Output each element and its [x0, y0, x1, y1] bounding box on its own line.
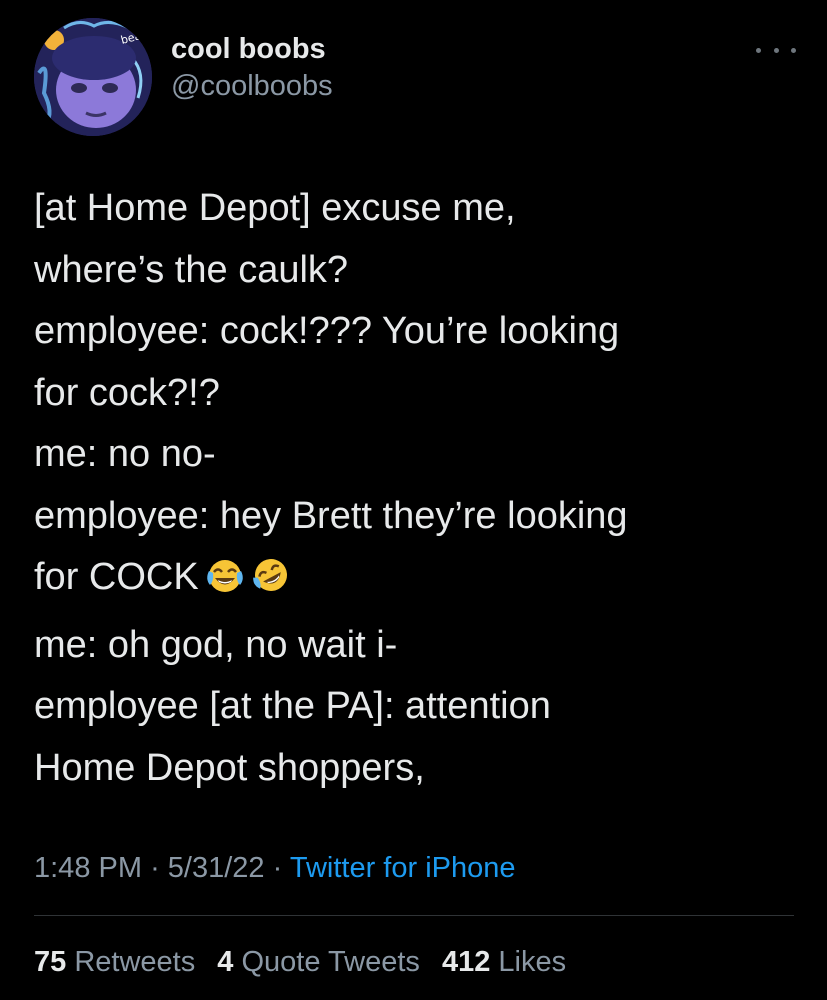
- tweet-line: for cock?!?: [34, 371, 220, 414]
- tweet-line: me: no no-: [34, 433, 216, 475]
- divider: [34, 915, 794, 916]
- likes-label: Likes: [498, 946, 567, 978]
- tweet-text: [at Home Depot] excuse me, where’s the c…: [34, 178, 804, 799]
- more-dot-icon: [756, 47, 761, 53]
- tweet-line: employee [at the PA]: attention: [34, 685, 551, 727]
- display-name[interactable]: cool boobs: [171, 32, 333, 66]
- user-handle[interactable]: @coolboobs: [171, 68, 333, 104]
- tweet-line-with-emoji: for COCK: [34, 547, 804, 615]
- quote-tweets-count: 4: [217, 946, 234, 978]
- face-with-tears-of-joy-icon: [205, 553, 245, 615]
- tweet-header: beachy day cool boobs @coolboobs: [34, 18, 796, 136]
- retweets-label: Retweets: [74, 946, 196, 978]
- retweets-count: 75: [34, 946, 67, 978]
- tweet-line: employee: cock!??? You’re looking: [34, 310, 620, 352]
- likes-stat[interactable]: 412 Likes: [442, 946, 566, 978]
- meta-separator: ·: [272, 852, 283, 884]
- rolling-on-the-floor-laughing-icon: [251, 553, 291, 615]
- tweet-line: [at Home Depot] excuse me,: [34, 187, 516, 229]
- avatar-image: beachy day: [34, 18, 152, 136]
- likes-count: 412: [441, 946, 491, 978]
- retweets-stat[interactable]: 75 Retweets: [34, 946, 195, 978]
- tweet-line-text: for COCK: [34, 556, 199, 598]
- tweet-source-link[interactable]: Twitter for iPhone: [290, 852, 516, 884]
- more-options-button[interactable]: [756, 40, 796, 60]
- avatar-caption: beachy day: [119, 18, 152, 47]
- tweet-line: Home Depot shoppers,: [34, 746, 425, 789]
- tweet-time[interactable]: 1:48 PM: [34, 852, 142, 884]
- quote-tweets-stat[interactable]: 4 Quote Tweets: [217, 946, 420, 978]
- tweet-date[interactable]: 5/31/22: [168, 852, 265, 884]
- more-dot-icon: [773, 47, 779, 53]
- more-dot-icon: [791, 47, 796, 53]
- tweet-metadata: 1:48 PM · 5/31/22 · Twitter for iPhone: [34, 850, 516, 886]
- tweet-stats: 75 Retweets 4 Quote Tweets 412 Likes: [34, 944, 580, 980]
- author-names: cool boobs @coolboobs: [171, 32, 333, 104]
- quote-tweets-label: Quote Tweets: [241, 946, 420, 978]
- tweet-line: me: oh god, no wait i-: [34, 623, 398, 666]
- avatar[interactable]: beachy day: [34, 18, 152, 136]
- tweet-line: where’s the caulk?: [34, 248, 349, 291]
- tweet-line: employee: hey Brett they’re looking: [34, 494, 628, 537]
- meta-separator: ·: [150, 852, 160, 884]
